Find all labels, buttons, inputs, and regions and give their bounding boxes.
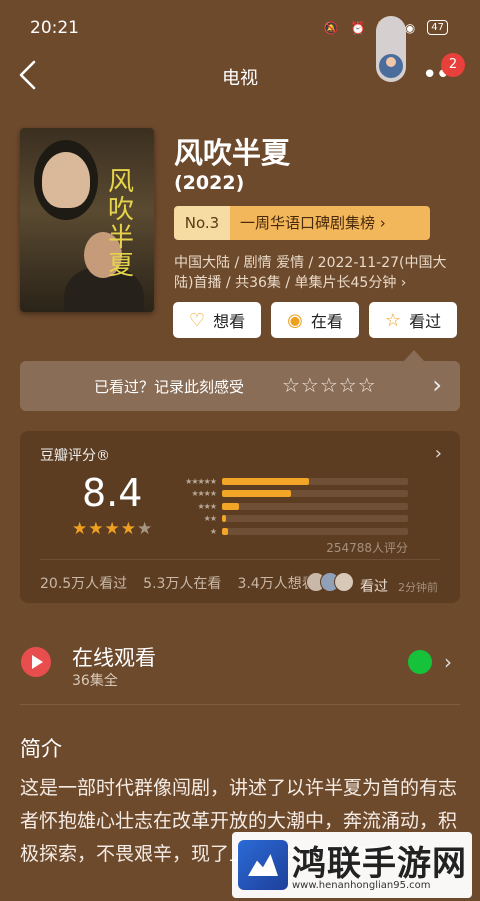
watching-button[interactable]: ◉ 在看 bbox=[271, 302, 359, 338]
online-watch-title[interactable]: 在线观看 bbox=[72, 642, 156, 672]
rank-name: 一周华语口碑剧集榜 › bbox=[230, 206, 430, 240]
rating-bar-fill bbox=[222, 515, 226, 522]
tooltip-pointer bbox=[404, 350, 424, 361]
chevron-right-icon: › bbox=[434, 443, 442, 464]
circle-dot-icon: ◉ bbox=[287, 309, 303, 331]
divider bbox=[40, 559, 440, 560]
rating-row-label: ★★ bbox=[203, 514, 217, 523]
rating-score: 8.4 bbox=[82, 471, 143, 515]
divider bbox=[20, 704, 460, 705]
rating-stats: 20.5万人看过 5.3万人在看 3.4万人想看 bbox=[40, 573, 316, 593]
rating-row-label: ★★★★★ bbox=[185, 476, 217, 486]
friend-watched-time: 2分钟前 bbox=[398, 581, 438, 594]
friend-watched-label: 看过 bbox=[360, 579, 388, 595]
rating-card[interactable]: 豆瓣评分® › 8.4 ★★★★★ ★★★★★ ★★★★ ★★★ ★★ ★ 254788… bbox=[20, 431, 460, 603]
rating-row-label: ★★★ bbox=[197, 501, 217, 511]
heart-plus-icon: ♡ bbox=[188, 309, 206, 331]
record-feeling-text: 已看过？记录此刻感受 bbox=[94, 378, 245, 396]
want-button[interactable]: ♡ 想看 bbox=[173, 302, 261, 338]
intro-heading: 简介 bbox=[20, 737, 62, 761]
online-watch-episodes: 36集全 bbox=[72, 673, 118, 689]
rating-row: ★★ bbox=[168, 513, 408, 525]
rate-stars[interactable]: ☆☆☆☆☆ bbox=[282, 373, 377, 397]
rating-bar-fill bbox=[222, 527, 228, 535]
rating-row-label: ★★★★ bbox=[191, 489, 217, 498]
rating-bar-track bbox=[222, 515, 408, 522]
floating-avatar[interactable] bbox=[376, 16, 406, 82]
chevron-right-icon: › bbox=[400, 275, 407, 291]
watching-count: 5.3万人在看 bbox=[143, 576, 222, 592]
movie-year: (2022) bbox=[174, 172, 245, 194]
want-count: 3.4万人想看 bbox=[237, 576, 316, 592]
alarm-icon: ⏰ bbox=[350, 20, 366, 35]
watched-button[interactable]: ☆ 看过 bbox=[369, 302, 457, 338]
rating-row: ★★★★★ bbox=[168, 475, 408, 487]
action-buttons: ♡ 想看 ◉ 在看 ☆ 看过 bbox=[173, 302, 457, 338]
rating-bar-track bbox=[222, 490, 408, 497]
avatar-icon bbox=[379, 54, 403, 78]
avatar bbox=[334, 572, 354, 592]
record-feeling-bar[interactable]: 已看过？记录此刻感受 ☆☆☆☆☆ › bbox=[20, 361, 460, 411]
iqiyi-icon[interactable] bbox=[408, 650, 432, 674]
page-title: 电视 bbox=[222, 68, 258, 89]
rating-row: ★ bbox=[168, 525, 408, 537]
status-time: 20:21 bbox=[30, 18, 79, 38]
rating-row-label: ★ bbox=[209, 526, 217, 536]
watched-count: 20.5万人看过 bbox=[40, 576, 128, 592]
chevron-right-icon: › bbox=[432, 371, 442, 399]
rating-count: 254788人评分 bbox=[326, 541, 408, 555]
movie-meta[interactable]: 中国大陆 / 剧情 爱情 / 2022-11-27(中国大陆)首播 / 共36集… bbox=[174, 253, 464, 293]
battery-icon: 47 bbox=[427, 20, 448, 35]
rating-distribution: ★★★★★ ★★★★ ★★★ ★★ ★ bbox=[168, 475, 408, 538]
poster-title: 风吹半夏 bbox=[108, 167, 135, 281]
watermark: 鸿联手游网 www.henanhonglian95.com bbox=[232, 832, 472, 898]
rank-number: No.3 bbox=[174, 206, 230, 240]
rating-bar-fill bbox=[222, 502, 239, 510]
rating-stars: ★★★★★ bbox=[72, 519, 154, 539]
rating-bar-track bbox=[222, 477, 408, 485]
rank-banner[interactable]: No.3 一周华语口碑剧集榜 › bbox=[174, 206, 430, 240]
rating-row: ★★★ bbox=[168, 500, 408, 512]
notification-badge[interactable]: 2 bbox=[441, 53, 465, 77]
rating-bar-fill bbox=[222, 490, 291, 497]
rating-title: 豆瓣评分® bbox=[40, 448, 110, 464]
watermark-logo bbox=[238, 840, 288, 890]
mute-icon: 🔕 bbox=[323, 20, 339, 35]
poster-image[interactable]: 风吹半夏 bbox=[20, 128, 154, 312]
friend-avatars[interactable] bbox=[306, 572, 354, 592]
watermark-url: www.henanhonglian95.com bbox=[292, 880, 431, 891]
record-icon: ◉ bbox=[404, 20, 416, 35]
watermark-title: 鸿联手游网 bbox=[292, 844, 467, 884]
rating-bar-track bbox=[222, 527, 408, 535]
star-outline-icon: ☆ bbox=[384, 309, 402, 331]
chevron-right-icon: › bbox=[379, 214, 386, 232]
play-icon[interactable] bbox=[21, 647, 51, 677]
rating-bar-fill bbox=[222, 477, 310, 485]
movie-title: 风吹半夏 bbox=[174, 136, 291, 170]
rating-bar-track bbox=[222, 502, 408, 510]
rating-row: ★★★★ bbox=[168, 488, 408, 500]
chevron-right-icon[interactable]: › bbox=[444, 650, 452, 674]
